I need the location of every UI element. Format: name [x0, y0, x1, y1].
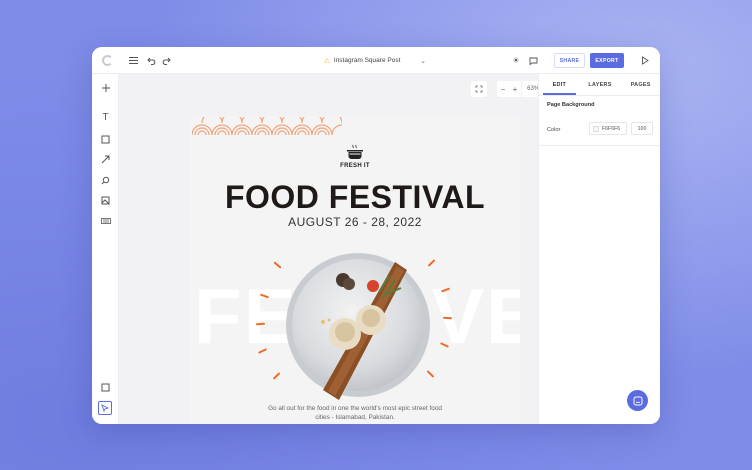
color-input[interactable]: F6F6F6 [589, 122, 627, 135]
color-label: Color [547, 127, 561, 133]
poster-canvas[interactable]: FE VE FRESH IT FOOD FESTIVAL AUGUST 26 -… [190, 117, 520, 424]
divider [539, 95, 660, 96]
search-image-icon[interactable] [92, 173, 119, 187]
brand-name: FRESH IT [340, 163, 370, 169]
food-plate-image[interactable] [283, 250, 433, 400]
select-tool-icon[interactable] [98, 401, 112, 415]
play-icon[interactable] [638, 47, 652, 74]
properties-panel: EDIT LAYERS PAGES Page Background Color … [538, 74, 660, 424]
zoom-out-button[interactable]: − [497, 85, 509, 94]
tab-edit[interactable]: EDIT [539, 74, 580, 95]
opacity-input[interactable]: 100 [631, 122, 653, 135]
redo-icon[interactable] [159, 47, 173, 74]
tab-pages[interactable]: PAGES [620, 74, 660, 95]
ray-decoration [273, 261, 282, 269]
divider [539, 145, 660, 146]
ray-decoration [272, 372, 281, 380]
text-tool-icon[interactable]: T [92, 110, 119, 124]
chevron-down-icon: ⌄ [420, 57, 426, 65]
chat-icon[interactable] [526, 47, 540, 74]
qr-code-icon[interactable] [92, 214, 119, 228]
cooking-pot-icon [347, 144, 363, 159]
editor-window: ⚠ Instagram Square Post ⌄ ☀ SHARE EXPORT… [92, 47, 660, 424]
line-tool-icon[interactable] [92, 152, 119, 166]
panel-tabs: EDIT LAYERS PAGES [539, 74, 660, 95]
poster-headline[interactable]: FOOD FESTIVAL [190, 179, 520, 216]
document-title-dropdown[interactable]: ⚠ Instagram Square Post ⌄ [292, 47, 432, 74]
section-title: Page Background [547, 102, 595, 108]
hamburger-menu-icon[interactable] [125, 47, 141, 74]
scallop-pattern-top [192, 117, 342, 135]
support-chat-button[interactable] [627, 390, 648, 411]
color-value: F6F6F6 [602, 125, 621, 132]
keyboard-icon[interactable] [92, 422, 119, 424]
warning-icon: ⚠ [323, 57, 330, 65]
poster-description[interactable]: Go all out for the food in one the world… [260, 404, 450, 422]
chat-bubble-icon [633, 396, 642, 405]
canvas-area: FE VE FRESH IT FOOD FESTIVAL AUGUST 26 -… [119, 74, 565, 424]
image-tool-icon[interactable] [92, 193, 119, 207]
poster-date[interactable]: AUGUST 26 - 28, 2022 [190, 215, 520, 229]
document-title: Instagram Square Post [333, 57, 401, 64]
color-swatch[interactable] [593, 125, 599, 132]
resize-icon[interactable] [92, 380, 119, 394]
fit-to-screen-icon[interactable] [471, 81, 487, 97]
shape-tool-icon[interactable] [92, 132, 119, 146]
zoom-in-button[interactable]: + [509, 85, 521, 94]
undo-icon[interactable] [144, 47, 158, 74]
top-bar: ⚠ Instagram Square Post ⌄ ☀ SHARE EXPORT [92, 47, 660, 74]
left-toolbar: T ✣ [92, 74, 119, 424]
share-button[interactable]: SHARE [554, 53, 585, 68]
tab-layers[interactable]: LAYERS [580, 74, 621, 95]
add-icon[interactable] [92, 81, 119, 95]
export-button[interactable]: EXPORT [590, 53, 624, 68]
sun-icon[interactable]: ☀ [509, 47, 523, 74]
app-logo-icon[interactable] [98, 47, 116, 74]
